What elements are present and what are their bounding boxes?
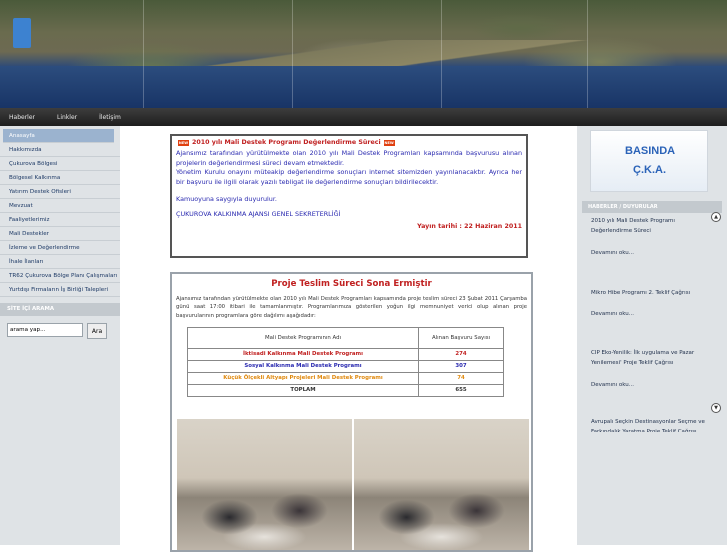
news-item[interactable]: Mikro Hibe Programı 2. Teklif Çağrısı bbox=[591, 289, 709, 299]
table-row: Sosyal Kalkınma Mali Destek Programı 307 bbox=[186, 359, 504, 373]
table-row: İktisadi Kalkınma Mali Destek Programı 2… bbox=[186, 347, 504, 361]
sidebar-item-ihale[interactable]: İhale İlanları bbox=[0, 255, 120, 269]
notice-title[interactable]: 2010 yılı Mali Destek Programı Değerlend… bbox=[192, 139, 381, 146]
total-label: TOPLAM bbox=[186, 383, 420, 397]
table-total-row: TOPLAM 655 bbox=[186, 383, 504, 397]
notice-title-row: NEW 2010 yılı Mali Destek Programı Değer… bbox=[176, 139, 522, 146]
scroll-up-icon[interactable]: ▲ bbox=[711, 212, 721, 222]
right-sidebar: BASINDA Ç.K.A. HABERLER / DUYURULAR ▲ 20… bbox=[577, 126, 727, 545]
table-header: Alınan Başvuru Sayısı bbox=[418, 326, 504, 349]
article-box: Proje Teslim Süreci Sona Ermiştir Ajansı… bbox=[170, 272, 533, 552]
notice-paragraph: Ajansımız tarafından yürütülmekte olan 2… bbox=[176, 149, 522, 167]
article-body: Ajansımız tarafından yürütülmekte olan 2… bbox=[176, 296, 527, 319]
read-more-link[interactable]: Devamını oku... bbox=[591, 382, 634, 388]
event-photo bbox=[354, 419, 529, 550]
nav-linkler[interactable]: Linkler bbox=[57, 114, 77, 121]
read-more-link[interactable]: Devamını oku... bbox=[591, 250, 634, 256]
program-name: Sosyal Kalkınma Mali Destek Programı bbox=[186, 359, 420, 373]
new-badge-icon: NEW bbox=[178, 139, 189, 146]
nav-iletisim[interactable]: İletişim bbox=[99, 114, 121, 121]
search-heading: SİTE İÇİ ARAMA bbox=[0, 303, 120, 316]
news-item[interactable]: 2010 yılı Mali Destek Programı Değerlend… bbox=[591, 217, 709, 236]
press-banner[interactable]: BASINDA Ç.K.A. bbox=[590, 130, 708, 192]
logo[interactable] bbox=[13, 18, 31, 48]
notice-paragraph: Yönetim Kurulu onayını müteakip değerlen… bbox=[176, 168, 522, 186]
header-sea bbox=[0, 66, 727, 108]
program-count: 274 bbox=[418, 347, 504, 361]
sidebar-item-tr62[interactable]: TR62 Çukurova Bölge Planı Çalışmaları bbox=[0, 269, 120, 283]
sidebar-item-hakkimizda[interactable]: Hakkımızda bbox=[0, 143, 120, 157]
notice-paragraph: Kamuoyuna saygıyla duyurulur. bbox=[176, 195, 277, 203]
notice-signature: ÇUKUROVA KALKINMA AJANSI GENEL SEKRETERL… bbox=[176, 209, 341, 218]
notice-box: NEW 2010 yılı Mali Destek Programı Değer… bbox=[170, 134, 528, 258]
image-seam bbox=[143, 0, 144, 108]
top-nav: Haberler Linkler İletişim bbox=[0, 108, 727, 126]
sidebar-item-cukurova-bolgesi[interactable]: Çukurova Bölgesi bbox=[0, 157, 120, 171]
table-header-row: Mali Destek Programının Adı Alınan Başvu… bbox=[186, 326, 504, 349]
left-sidebar: Anasayfa Hakkımızda Çukurova Bölgesi Böl… bbox=[0, 126, 120, 545]
sidebar-item-mali-destekler[interactable]: Mali Destekler bbox=[0, 227, 120, 241]
scroll-down-icon[interactable]: ▼ bbox=[711, 403, 721, 413]
program-name: İktisadi Kalkınma Mali Destek Programı bbox=[186, 347, 420, 361]
sidebar-item-anasayfa[interactable]: Anasayfa bbox=[3, 129, 114, 143]
sidebar-menu: Anasayfa Hakkımızda Çukurova Bölgesi Böl… bbox=[0, 129, 120, 297]
news-item[interactable]: Avrupalı Seçkin Destinasyonlar Seçme ve … bbox=[591, 418, 709, 432]
program-count: 74 bbox=[418, 371, 504, 385]
article-title: Proje Teslim Süreci Sona Ermiştir bbox=[271, 279, 432, 289]
sidebar-item-izleme[interactable]: İzleme ve Değerlendirme bbox=[0, 241, 120, 255]
nav-haberler[interactable]: Haberler bbox=[9, 114, 35, 121]
applications-table: Mali Destek Programının Adı Alınan Başvu… bbox=[186, 326, 504, 397]
press-title: BASINDA bbox=[625, 145, 676, 157]
image-seam bbox=[292, 0, 293, 108]
header-banner bbox=[0, 0, 727, 108]
table-header: Mali Destek Programının Adı bbox=[186, 326, 420, 349]
sidebar-item-mevzuat[interactable]: Mevzuat bbox=[0, 199, 120, 213]
search-button[interactable]: Ara bbox=[87, 323, 107, 339]
new-badge-icon: NEW bbox=[383, 139, 395, 146]
news-item[interactable]: CIP Eko-Yenilik: İlk uygulama ve Pazar Y… bbox=[591, 349, 709, 368]
press-subtitle: Ç.K.A. bbox=[633, 164, 666, 176]
image-seam bbox=[441, 0, 442, 108]
notice-date: Yayın tarihi : 22 Haziran 2011 bbox=[417, 223, 522, 230]
total-value: 655 bbox=[418, 383, 504, 397]
search-input[interactable] bbox=[7, 323, 83, 337]
main-content: NEW 2010 yılı Mali Destek Programı Değer… bbox=[120, 126, 577, 552]
read-more-link[interactable]: Devamını oku... bbox=[591, 311, 634, 317]
program-name: Küçük Ölçekli Altyapı Projeleri Mali Des… bbox=[186, 371, 420, 385]
sidebar-item-bolgesel-kalkinma[interactable]: Bölgesel Kalkınma bbox=[0, 171, 120, 185]
table-row: Küçük Ölçekli Altyapı Projeleri Mali Des… bbox=[186, 371, 504, 385]
photo-strip bbox=[177, 419, 529, 550]
program-count: 307 bbox=[418, 359, 504, 373]
event-photo bbox=[177, 419, 352, 550]
search-form: Ara bbox=[0, 316, 120, 339]
news-heading: HABERLER / DUYURULAR bbox=[582, 201, 722, 213]
sidebar-item-faaliyetlerimiz[interactable]: Faaliyetlerimiz bbox=[0, 213, 120, 227]
sidebar-item-yurtdisi[interactable]: Yurtdışı Firmaların İş Birliği Talepleri bbox=[0, 283, 120, 297]
sidebar-item-yatirim-destek[interactable]: Yatırım Destek Ofisleri bbox=[0, 185, 120, 199]
image-seam bbox=[587, 0, 588, 108]
